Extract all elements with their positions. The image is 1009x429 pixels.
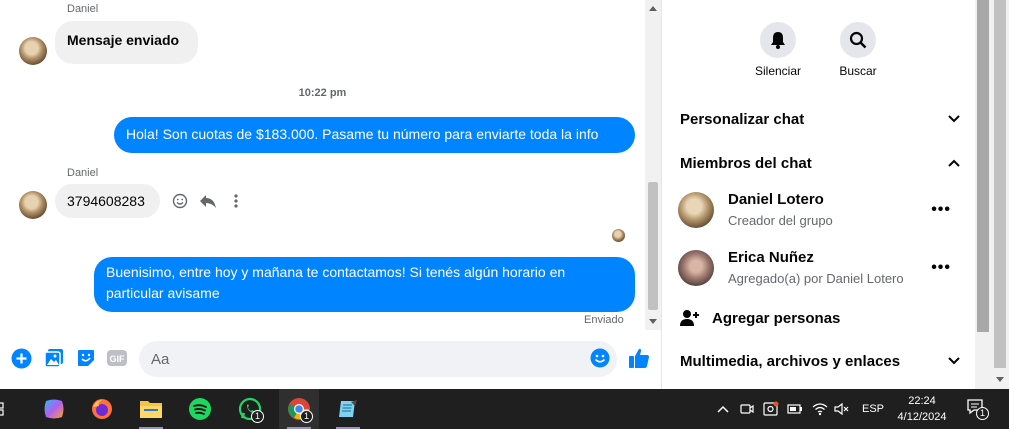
avatar [678,192,714,228]
notification-badge: 1 [300,410,313,423]
mute-button[interactable]: Silenciar [753,22,803,78]
chrome-icon[interactable]: 1 [279,389,319,429]
battery-icon[interactable] [787,401,803,417]
gif-icon[interactable]: GIF [106,347,128,369]
search-button[interactable]: Buscar [833,22,883,78]
firefox-icon[interactable] [82,389,122,429]
customize-chat-section[interactable]: Personalizar chat [680,104,960,134]
more-options-icon[interactable] [226,191,246,211]
taskbar: 1 1 ESP 22:24 4/12/2024 1 [0,389,1009,429]
wifi-icon[interactable] [812,401,828,417]
more-options-icon[interactable]: ••• [931,259,951,277]
panel-scrollbar[interactable] [975,0,1009,389]
emoji-icon[interactable] [589,347,611,369]
member-row[interactable]: Daniel Lotero Creador del grupo ••• [678,189,963,233]
chevron-up-icon[interactable] [717,401,729,417]
add-person-icon [680,310,699,326]
member-name: Erica Nuñez [728,249,814,266]
sticker-icon[interactable] [75,347,97,369]
panel-actions: Silenciar Buscar [753,22,883,78]
clock-time: 22:24 [908,395,936,407]
member-name: Daniel Lotero [728,191,824,208]
member-row[interactable]: Erica Nuñez Agregado(a) por Daniel Loter… [678,247,963,291]
message-bubble-outgoing[interactable]: Buenisimo, entre hoy y mañana te contact… [94,257,635,312]
search-icon[interactable] [840,22,876,58]
message-sender: Daniel [67,167,99,179]
message-sender: Daniel [67,3,99,15]
scroll-down-arrow[interactable] [649,319,657,324]
copilot-icon[interactable] [34,389,74,429]
member-role: Agregado(a) por Daniel Lotero [728,271,904,286]
chat-info-panel: Silenciar Buscar Personalizar chat Miemb… [663,0,975,389]
message-input[interactable] [139,341,617,377]
chat-members-label: Miembros del chat [680,154,812,172]
notification-badge: 1 [251,410,264,423]
reply-icon[interactable] [198,191,218,211]
svg-text:GIF: GIF [110,354,126,364]
message-bubble-incoming[interactable]: 3794608283 [55,184,160,218]
clock-date: 4/12/2024 [897,411,947,423]
mute-label: Silenciar [754,64,802,78]
media-files-links-section[interactable]: Multimedia, archivos y enlaces [680,346,960,376]
screen: Daniel Mensaje enviado 10:22 pm Hola! So… [0,0,1009,429]
volume-muted-icon[interactable] [834,401,850,417]
message-timestamp: 10:22 pm [298,87,347,99]
chevron-down-icon [948,357,960,365]
panel-scrollbar-thumb[interactable] [977,0,989,332]
plus-circle-icon[interactable] [10,347,32,369]
avatar[interactable] [19,37,47,65]
scroll-down-arrow[interactable] [996,377,1004,383]
react-emoji-icon[interactable] [170,191,190,211]
read-receipt-avatar [612,229,625,242]
message-bubble-incoming[interactable]: Mensaje enviado [55,21,198,64]
language-indicator[interactable]: ESP [862,401,884,417]
screen-capture-icon[interactable] [763,401,779,417]
camera-icon[interactable] [740,401,754,417]
more-options-icon[interactable]: ••• [931,201,951,219]
notification-count-badge: 1 [976,407,989,420]
chat-pane: Daniel Mensaje enviado 10:22 pm Hola! So… [0,0,662,389]
whatsapp-icon[interactable]: 1 [230,389,270,429]
chat-members-section[interactable]: Miembros del chat [680,148,960,178]
avatar[interactable] [19,191,47,219]
add-people-button[interactable]: Agregar personas [680,305,840,331]
avatar [678,250,714,286]
chevron-up-icon [948,159,960,167]
page-scrollbar-thumb[interactable] [994,0,1006,368]
composer: GIF [0,337,662,381]
clock[interactable]: 22:24 4/12/2024 [890,393,954,425]
scroll-up-arrow[interactable] [649,6,657,11]
file-explorer-icon[interactable] [131,389,171,429]
thumbs-up-icon[interactable] [628,347,650,369]
message-list[interactable]: Daniel Mensaje enviado 10:22 pm Hola! So… [0,0,645,330]
customize-chat-label: Personalizar chat [680,110,805,128]
notepad-icon[interactable] [328,389,368,429]
task-view-icon[interactable] [0,389,12,429]
spotify-icon[interactable] [180,389,220,429]
member-role: Creador del grupo [728,213,833,228]
photo-gallery-icon[interactable] [43,347,65,369]
message-bubble-outgoing[interactable]: Hola! Son cuotas de $183.000. Pasame tu … [114,117,635,153]
bell-icon[interactable] [760,22,796,58]
scrollbar-thumb[interactable] [648,182,658,310]
add-people-label: Agregar personas [712,309,841,327]
search-label: Buscar [839,64,877,78]
media-files-links-label: Multimedia, archivos y enlaces [680,352,901,370]
chat-scrollbar[interactable] [645,0,661,330]
chevron-down-icon [948,115,960,123]
message-status: Enviado [584,314,624,326]
message-actions [170,191,246,211]
